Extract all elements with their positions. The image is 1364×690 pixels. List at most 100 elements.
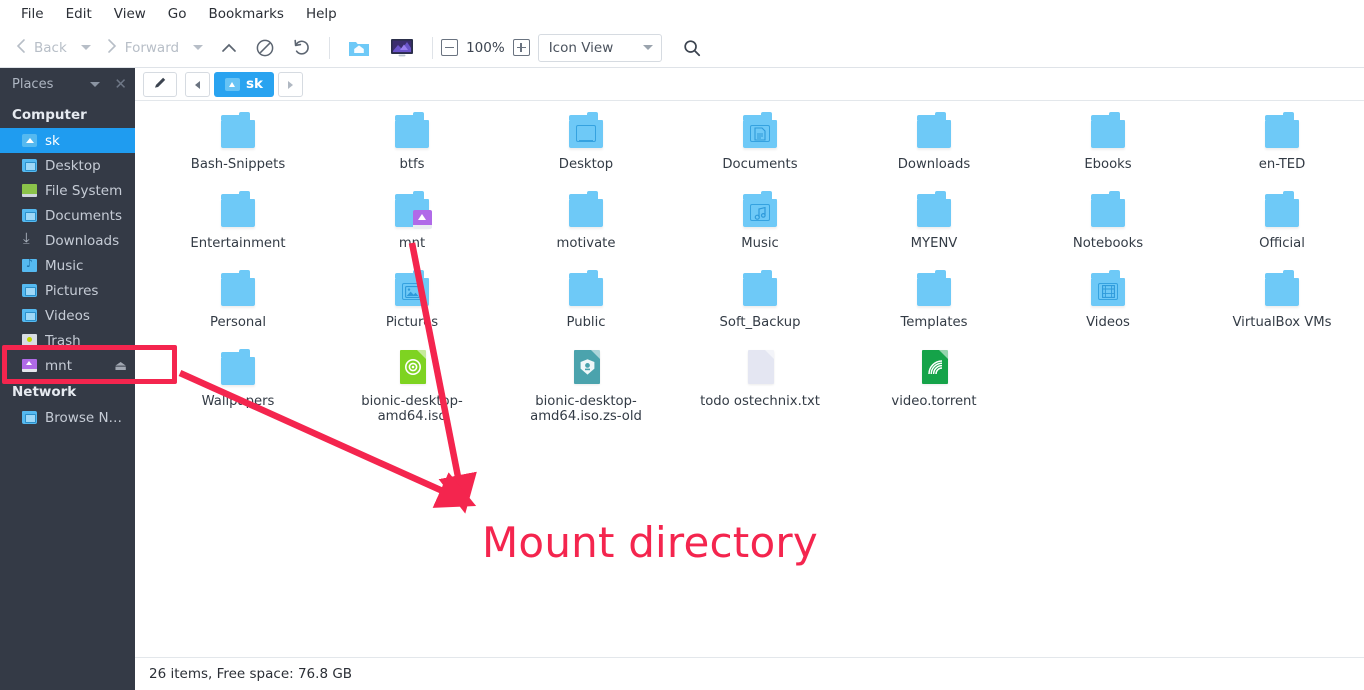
- toolbar-separator-2: [432, 37, 433, 59]
- breadcrumb-next-button[interactable]: [278, 72, 303, 97]
- file-item[interactable]: btfs: [325, 109, 499, 179]
- folder-icon: [1259, 190, 1305, 232]
- pencil-edit-icon: [153, 75, 168, 94]
- back-button[interactable]: Back: [8, 33, 73, 63]
- file-item[interactable]: en-TED: [1195, 109, 1364, 179]
- file-item[interactable]: video.torrent: [847, 346, 1021, 416]
- file-item[interactable]: Entertainment: [151, 188, 325, 258]
- file-name-label: btfs: [399, 157, 424, 172]
- view-mode-select[interactable]: Icon View: [538, 34, 662, 62]
- sidebar-item-label: Trash: [45, 333, 81, 349]
- forward-button[interactable]: Forward: [99, 33, 185, 63]
- file-item[interactable]: Documents: [673, 109, 847, 179]
- back-history-chevron-down-icon[interactable]: [81, 45, 91, 50]
- toolbar: Back Forward: [0, 28, 1364, 68]
- file-item[interactable]: mnt: [325, 188, 499, 258]
- menu-item-help[interactable]: Help: [295, 4, 348, 24]
- image-emblem-icon: [402, 283, 422, 300]
- file-item[interactable]: bionic-desktop-amd64.iso.zs-old: [499, 346, 673, 425]
- menu-item-edit[interactable]: Edit: [55, 4, 103, 24]
- file-name-label: Public: [566, 315, 605, 330]
- sidebar-item-label: sk: [45, 133, 60, 149]
- reload-button[interactable]: [283, 33, 321, 63]
- sidebar-item-mnt[interactable]: mnt ⏏: [0, 353, 135, 378]
- sidebar-item-label: Music: [45, 258, 83, 274]
- close-icon[interactable]: ✕: [114, 77, 127, 92]
- breadcrumb-item-sk[interactable]: sk: [214, 72, 274, 97]
- file-item[interactable]: Public: [499, 267, 673, 337]
- sidebar-item-pictures[interactable]: Pictures: [0, 278, 135, 303]
- file-item[interactable]: VirtualBox VMs: [1195, 267, 1364, 337]
- sidebar-item-videos[interactable]: Videos: [0, 303, 135, 328]
- file-item[interactable]: motivate: [499, 188, 673, 258]
- home-folder-button[interactable]: [338, 33, 380, 63]
- file-name-label: Ebooks: [1084, 157, 1131, 172]
- breadcrumb-prev-button[interactable]: [185, 72, 210, 97]
- folder-icon: [1259, 111, 1305, 153]
- folder-icon: [389, 111, 435, 153]
- file-icon: [389, 348, 435, 390]
- file-item[interactable]: Soft_Backup: [673, 267, 847, 337]
- folder-icon: [911, 190, 957, 232]
- file-name-label: Downloads: [898, 157, 970, 172]
- folder-icon: [563, 269, 609, 311]
- file-item[interactable]: Bash-Snippets: [151, 109, 325, 179]
- edit-path-button[interactable]: [143, 72, 177, 97]
- triangle-left-icon: [193, 75, 202, 94]
- sidebar-item-trash[interactable]: Trash: [0, 328, 135, 353]
- home-icon: [22, 134, 37, 147]
- sidebar-group-computer: Computer: [0, 101, 135, 128]
- sidebar-item-browse-network[interactable]: Browse Net...: [0, 405, 135, 430]
- path-bar: sk: [135, 68, 1364, 101]
- folder-icon: [215, 269, 261, 311]
- menu-item-bookmarks[interactable]: Bookmarks: [198, 4, 295, 24]
- file-item[interactable]: Videos: [1021, 267, 1195, 337]
- file-grid-area[interactable]: Bash-Snippets btfs DesktopDocuments Downloa…: [135, 101, 1364, 657]
- sidebar-item-documents[interactable]: Documents: [0, 203, 135, 228]
- stop-button[interactable]: [247, 33, 283, 63]
- file-item[interactable]: Downloads: [847, 109, 1021, 179]
- status-bar: 26 items, Free space: 76.8 GB: [135, 657, 1364, 690]
- menu-item-file[interactable]: File: [10, 4, 55, 24]
- up-button[interactable]: [211, 33, 247, 63]
- file-item[interactable]: bionic-desktop-amd64.iso: [325, 346, 499, 425]
- menu-item-go[interactable]: Go: [157, 4, 198, 24]
- zoom-out-icon[interactable]: [441, 39, 458, 56]
- file-item[interactable]: Templates: [847, 267, 1021, 337]
- zoom-in-icon[interactable]: [513, 39, 530, 56]
- folder-icon: [1259, 269, 1305, 311]
- file-item[interactable]: MYENV: [847, 188, 1021, 258]
- file-item[interactable]: Notebooks: [1021, 188, 1195, 258]
- file-item[interactable]: Wallpapers: [151, 346, 325, 416]
- file-item[interactable]: Official: [1195, 188, 1364, 258]
- sidebar-item-file-system[interactable]: File System: [0, 178, 135, 203]
- search-button[interactable]: [674, 33, 710, 63]
- sidebar-item-music[interactable]: Music: [0, 253, 135, 278]
- forward-history-chevron-down-icon[interactable]: [193, 45, 203, 50]
- file-name-label: Bash-Snippets: [191, 157, 285, 172]
- sidebar-item-desktop[interactable]: Desktop: [0, 153, 135, 178]
- file-manager-window: File Edit View Go Bookmarks Help Back Fo…: [0, 0, 1364, 690]
- chevron-up-icon: [220, 40, 238, 56]
- folder-icon: [1085, 269, 1131, 311]
- folder-icon: [22, 284, 37, 297]
- menu-item-view[interactable]: View: [103, 4, 157, 24]
- file-item[interactable]: Desktop: [499, 109, 673, 179]
- file-item[interactable]: Ebooks: [1021, 109, 1195, 179]
- file-name-label: Entertainment: [190, 236, 285, 251]
- file-name-label: video.torrent: [891, 394, 976, 409]
- file-item[interactable]: todo ostechnix.txt: [673, 346, 847, 416]
- sidebar-item-downloads[interactable]: Downloads: [0, 228, 135, 253]
- chevron-left-icon: [14, 38, 28, 58]
- sidebar-item-label: File System: [45, 183, 122, 199]
- file-item[interactable]: Music: [673, 188, 847, 258]
- file-item[interactable]: Personal: [151, 267, 325, 337]
- chevron-down-icon[interactable]: [90, 82, 100, 87]
- window-body: Places ✕ Computer sk Desktop File System: [0, 68, 1364, 690]
- file-item[interactable]: Pictures: [325, 267, 499, 337]
- sidebar-item-sk[interactable]: sk: [0, 128, 135, 153]
- display-button[interactable]: [380, 33, 424, 63]
- sidebar-item-label: Pictures: [45, 283, 98, 299]
- file-name-label: Templates: [900, 315, 967, 330]
- eject-icon[interactable]: ⏏: [114, 358, 127, 374]
